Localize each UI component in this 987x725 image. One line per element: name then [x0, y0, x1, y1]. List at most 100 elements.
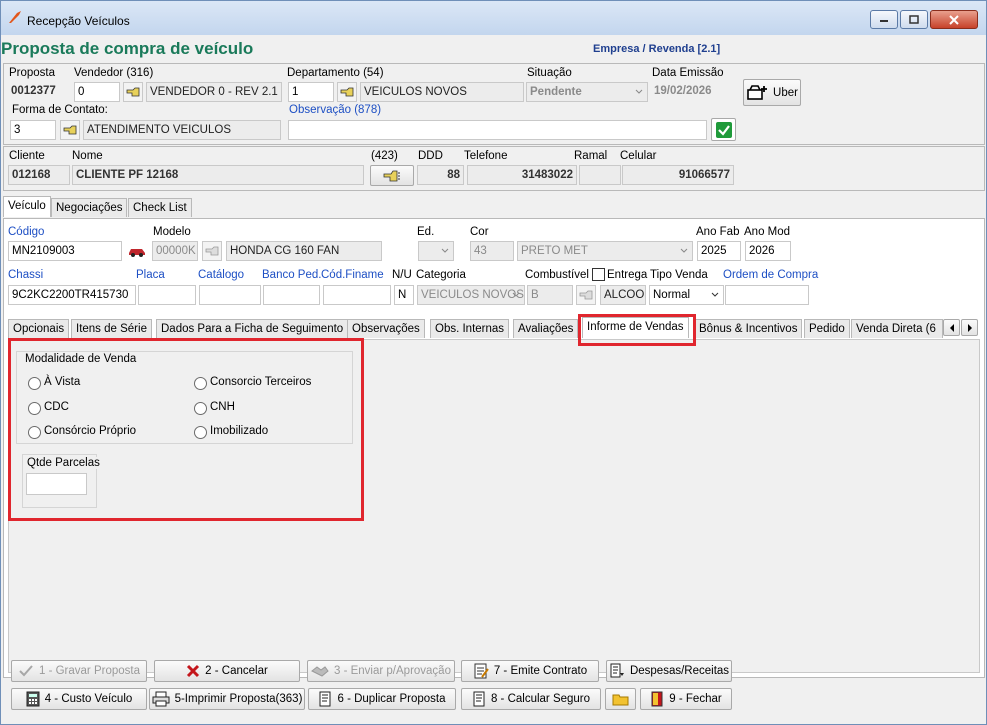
tab-opcionais[interactable]: Opcionais [8, 319, 70, 338]
sub-tabs: Opcionais Itens de Série Dados Para a Fi… [6, 317, 982, 339]
observacao-input[interactable] [288, 120, 707, 140]
document-dropdown-icon [610, 663, 624, 678]
tab-venda-direta[interactable]: Venda Direta (6 [851, 319, 943, 338]
despesas-label: Despesas/Receitas [629, 665, 730, 677]
duplicar-proposta-button[interactable]: 6 - Duplicar Proposta [308, 688, 456, 710]
despesas-receitas-button[interactable]: Despesas/Receitas [606, 660, 732, 682]
codigo-input[interactable]: MN2109003 [8, 241, 122, 261]
uber-button[interactable]: Uber [743, 79, 801, 106]
cor-name: PRETO MET [521, 245, 588, 257]
minimize-button[interactable] [870, 10, 898, 29]
gravar-label: 1 - Gravar Proposta [39, 665, 140, 677]
placa-input[interactable] [138, 285, 196, 305]
chassi-label: Chassi [8, 269, 44, 281]
ordem-compra-input[interactable] [725, 285, 809, 305]
car-icon [129, 249, 145, 257]
car-lookup-button[interactable] [125, 241, 149, 261]
modelo-lookup-button[interactable] [202, 241, 222, 261]
pointing-hand-icon [579, 290, 593, 300]
confirm-observacao-button[interactable] [711, 118, 736, 141]
catalogo-input[interactable] [199, 285, 261, 305]
imprimir-proposta-button[interactable]: 5-Imprimir Proposta(363) [149, 688, 305, 710]
tab-obs-internas[interactable]: Obs. Internas [430, 319, 510, 338]
emite-contrato-button[interactable]: 7 - Emite Contrato [461, 660, 599, 682]
vendedor-name: VENDEDOR 0 - REV 2.1 [146, 82, 282, 102]
fechar-button[interactable]: 9 - Fechar [640, 688, 732, 710]
tab-bonus-incentivos[interactable]: Bônus & Incentivos [694, 319, 803, 338]
tipo-venda-select[interactable]: Normal [649, 285, 724, 305]
custo-veiculo-button[interactable]: 4 - Custo Veículo [11, 688, 147, 710]
tab-observacoes[interactable]: Observações [347, 319, 425, 338]
check-icon [715, 121, 732, 138]
ordem-compra-label: Ordem de Compra [723, 269, 819, 281]
finame-input[interactable] [323, 285, 391, 305]
cor-code: 43 [470, 241, 514, 261]
data-emissao-label: Data Emissão [652, 67, 724, 79]
tab-check-list[interactable]: Check List [128, 198, 192, 217]
cancelar-button[interactable]: 2 - Cancelar [154, 660, 300, 682]
departamento-code-input[interactable]: 1 [288, 82, 334, 102]
placa-label: Placa [136, 269, 165, 281]
codigo-label: Código [8, 226, 45, 238]
observacao-label: Observação (878) [289, 104, 382, 116]
ano-fab-input[interactable]: 2025 [697, 241, 741, 261]
contract-icon [474, 663, 489, 679]
duplicar-label: 6 - Duplicar Proposta [337, 693, 446, 705]
fechar-label: 9 - Fechar [669, 693, 722, 705]
gravar-proposta-button[interactable]: 1 - Gravar Proposta [11, 660, 147, 682]
ano-mod-input[interactable]: 2026 [745, 241, 791, 261]
ddd-value: 88 [417, 165, 464, 185]
x-icon [187, 664, 200, 678]
categoria-select[interactable]: VEICULOS NOVOS [417, 285, 525, 305]
open-folder-button[interactable] [605, 688, 636, 710]
document-icon [319, 691, 331, 707]
tab-negociacoes[interactable]: Negociações [51, 198, 128, 217]
combustivel-lookup-button[interactable] [576, 285, 596, 305]
uber-label: Uber [773, 86, 798, 99]
celular-label: Celular [620, 150, 657, 162]
main-tabs: Veículo Negociações Check List [3, 196, 985, 218]
vendedor-code-input[interactable]: 0 [74, 82, 120, 102]
departamento-name: VEICULOS NOVOS [360, 82, 524, 102]
informe-vendas-tab-highlight [578, 314, 696, 346]
vendedor-lookup-button[interactable] [123, 82, 143, 102]
exit-door-icon [651, 691, 663, 707]
pointing-hand-icon [340, 87, 354, 97]
forma-contato-code-input[interactable]: 3 [10, 120, 56, 140]
banco-label: Banco Ped. [262, 269, 322, 281]
departamento-lookup-button[interactable] [337, 82, 357, 102]
client-code-label: (423) [371, 150, 398, 162]
combustivel-name: ALCOOL [600, 285, 646, 305]
calcular-seguro-button[interactable]: 8 - Calcular Seguro [461, 688, 601, 710]
nu-input[interactable]: N [394, 285, 414, 305]
car-plus-icon [747, 84, 768, 100]
tabs-scroll-right-button[interactable] [961, 319, 978, 336]
chevron-down-icon [441, 248, 449, 253]
title-bar: Recepção Veículos [1, 1, 986, 35]
tipo-venda-value: Normal [653, 289, 691, 301]
client-phone-lookup-button[interactable] [370, 165, 414, 186]
banco-input[interactable] [263, 285, 320, 305]
forma-contato-lookup-button[interactable] [60, 120, 80, 140]
calculator-icon [26, 691, 40, 707]
situacao-select[interactable]: Pendente [526, 82, 648, 102]
tipo-venda-label: Tipo Venda [650, 269, 708, 281]
printer-icon [152, 691, 170, 707]
tab-pedido[interactable]: Pedido [804, 319, 850, 338]
entrega-checkbox[interactable] [592, 268, 605, 281]
tab-avaliacoes[interactable]: Avaliações [513, 319, 579, 338]
vendedor-label: Vendedor (316) [74, 67, 154, 79]
cor-select[interactable]: PRETO MET [517, 241, 693, 261]
telefone-label: Telefone [464, 150, 508, 162]
document-icon [473, 691, 485, 707]
ed-select[interactable] [418, 241, 454, 261]
app-icon [9, 11, 21, 23]
tabs-scroll-left-button[interactable] [943, 319, 960, 336]
tab-veiculo[interactable]: Veículo [3, 196, 51, 217]
enviar-aprovacao-button[interactable]: 3 - Enviar p/Aprovação [307, 660, 455, 682]
chassi-input[interactable]: 9C2KC2200TR415730 [8, 285, 136, 305]
tab-itens-serie[interactable]: Itens de Série [71, 319, 152, 338]
maximize-button[interactable] [900, 10, 928, 29]
tab-dados-ficha[interactable]: Dados Para a Ficha de Seguimento [156, 319, 349, 338]
close-button[interactable] [930, 10, 978, 29]
